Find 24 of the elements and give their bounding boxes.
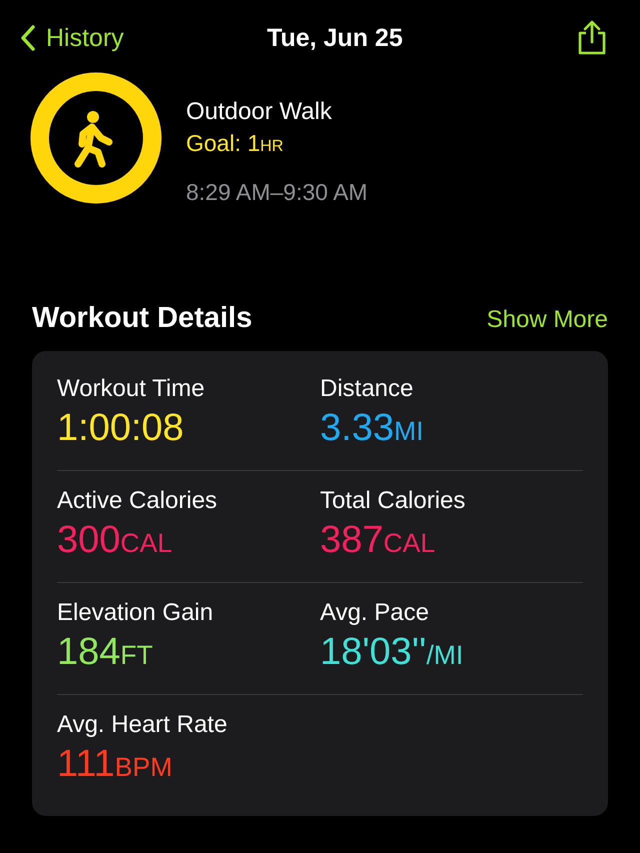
metric-label: Avg. Pace [320,599,430,627]
metric-label: Active Calories [57,487,218,515]
section-title: Workout Details [32,302,252,335]
metric-label: Avg. Heart Rate [57,711,228,739]
date-title: Tue, Jun 25 [267,24,403,52]
metric-label: Distance [320,375,414,403]
metric-value: 300CAL [57,519,174,562]
metric-value: 18'03''/MI [320,631,464,674]
walking-ring-icon [30,72,162,204]
show-more-link[interactable]: Show More [486,306,608,334]
metric-label: Elevation Gain [57,599,214,627]
metric-label: Workout Time [57,375,206,403]
metric-value: 1:00:08 [57,407,185,450]
goal-text: Goal: 1HR [186,130,284,157]
workout-name: Outdoor Walk [186,98,333,126]
metric-value: 111BPM [57,743,174,786]
back-button[interactable]: History [18,23,124,53]
share-icon[interactable] [576,20,608,56]
metric-label: Total Calories [320,487,466,515]
metric-value: 184FT [57,631,154,674]
metric-value: 387CAL [320,519,436,562]
metric-value: 3.33MI [320,407,425,450]
chevron-icon [18,23,38,53]
time-range: 8:29 AM–9:30 AM [186,179,368,206]
